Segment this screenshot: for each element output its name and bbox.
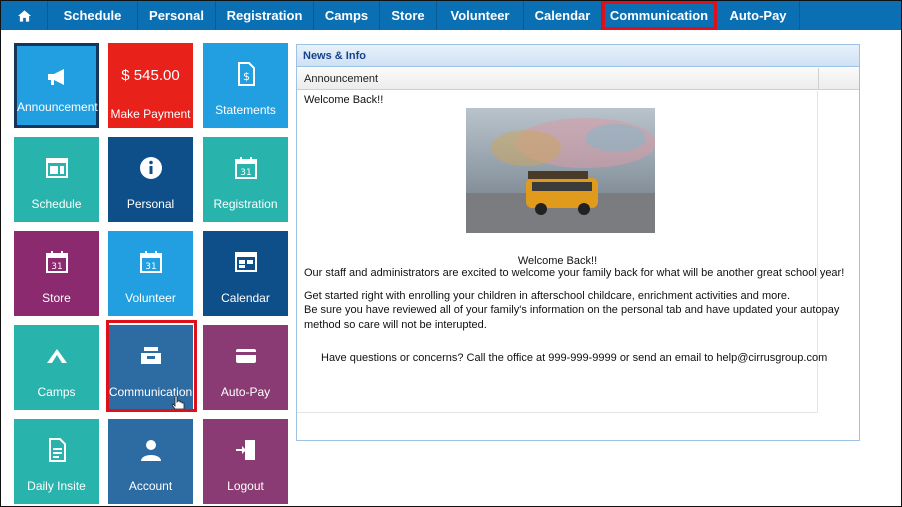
column-header-announcement[interactable]: Announcement [297,68,819,90]
nav-calendar[interactable]: Calendar [524,1,602,30]
svg-text:$: $ [243,70,250,83]
tile-personal[interactable]: Personal [108,137,193,222]
calendar-31-icon: 31 [234,157,257,179]
school-bus-photo [466,108,655,233]
inbox-icon [140,347,161,364]
tile-communication[interactable]: Communication [108,325,193,410]
tent-icon [46,349,67,363]
review-line: Be sure you have reviewed all of your fa… [304,304,840,316]
tile-make-payment[interactable]: $ 545.00 Make Payment [108,43,193,128]
greeting-text: Welcome Back!! [304,94,384,106]
announcement-content: Welcome Back!! Welcome Back!! Our staff … [297,91,844,413]
credit-card-icon [235,349,256,363]
top-navigation: Schedule Personal Registration Camps Sto… [1,1,901,30]
report-icon [48,438,66,462]
nav-volunteer[interactable]: Volunteer [437,1,524,30]
tile-daily-insite[interactable]: Daily Insite [14,419,99,504]
welcome-line: Our staff and administrators are excited… [304,267,845,279]
welcome-heading: Welcome Back!! [517,255,598,267]
grid-header: Announcement [297,68,859,90]
nav-personal[interactable]: Personal [138,1,216,30]
tile-announcement[interactable]: Announcement [14,43,99,128]
tile-logout[interactable]: Logout [203,419,288,504]
nav-camps[interactable]: Camps [314,1,380,30]
user-icon [140,440,161,461]
nav-store[interactable]: Store [380,1,437,30]
tile-camps[interactable]: Camps [14,325,99,410]
calendar-31-icon: 31 [139,251,162,273]
svg-text:31: 31 [51,262,62,272]
news-panel-title: News & Info [297,45,859,67]
column-header-spacer [819,68,859,90]
tile-statements[interactable]: $ Statements [203,43,288,128]
info-icon [139,157,162,179]
calendar-31-icon: 31 [45,251,68,273]
nav-communication[interactable]: Communication [602,1,717,30]
enroll-line: Get started right with enrolling your ch… [304,290,791,302]
calendar-grid-icon [234,252,257,272]
nav-auto-pay[interactable]: Auto-Pay [717,1,800,30]
tile-account[interactable]: Account [108,419,193,504]
payment-amount: $ 545.00 [121,67,180,84]
hand-cursor-icon [171,395,185,410]
tile-schedule[interactable]: Schedule [14,137,99,222]
logout-door-icon [235,440,255,460]
tile-auto-pay[interactable]: Auto-Pay [203,325,288,410]
autopay-line: method so care will not be interupted. [304,319,487,331]
document-dollar-icon: $ [237,62,255,86]
nav-schedule[interactable]: Schedule [48,1,138,30]
tile-registration[interactable]: 31 Registration [203,137,288,222]
news-panel: News & Info Announcement Welcome Back!! [296,44,860,441]
tile-store[interactable]: 31 Store [14,231,99,316]
svg-text:31: 31 [145,262,156,272]
home-icon [17,9,31,22]
nav-registration[interactable]: Registration [216,1,314,30]
svg-text:31: 31 [240,168,251,178]
schedule-icon [45,158,68,178]
nav-home[interactable] [1,1,48,30]
megaphone-icon [47,69,64,85]
tile-volunteer[interactable]: 31 Volunteer [108,231,193,316]
contact-line: Have questions or concerns? Call the off… [321,352,828,364]
tile-calendar[interactable]: Calendar [203,231,288,316]
